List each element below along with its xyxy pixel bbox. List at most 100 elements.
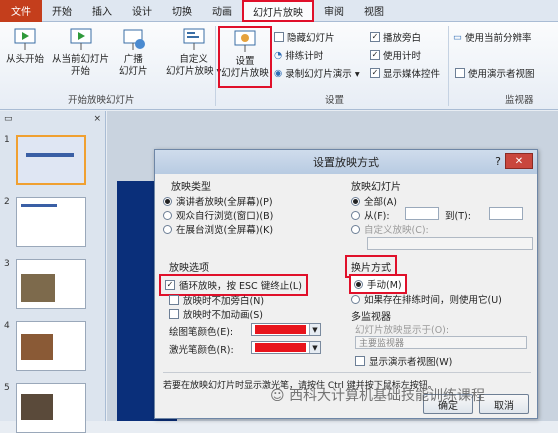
custom-show-button[interactable]: 自定义 幻灯片放映 ▾	[166, 26, 221, 78]
laser-color-select[interactable]: ▼	[251, 341, 321, 354]
use-timings-label: 如果存在排练时间，则使用它(U)	[364, 295, 502, 306]
show-presenter-view-label: 显示演示者视图(W)	[369, 357, 453, 368]
watermark-text: 西科大计算机基础技能训练课程	[289, 388, 486, 404]
loop-label: 循环放映，按 ESC 键终止(L)	[179, 281, 302, 292]
chevron-down-icon: ▼	[309, 342, 320, 353]
slides-tab-icon[interactable]: ▭	[4, 114, 13, 124]
tab-insert[interactable]: 插入	[82, 0, 122, 22]
no-animation-label: 放映时不加动画(S)	[183, 310, 263, 321]
from-current-button[interactable]: 从当前幻灯片 开始	[52, 26, 109, 78]
ribbon-panel: 从头开始 从当前幻灯片 开始 广播 幻灯片 自定义 幻灯片放映 ▾ 开始放映幻灯…	[0, 22, 558, 110]
custom-show-radio[interactable]: 自定义放映(C):	[351, 222, 429, 236]
to-slide-input[interactable]	[489, 207, 523, 220]
use-timings-radio[interactable]: 如果存在排练时间，则使用它(U)	[351, 292, 502, 306]
use-timings-label: 使用计时	[383, 51, 422, 62]
tab-home[interactable]: 开始	[42, 0, 82, 22]
slide-thumbnail[interactable]	[16, 197, 86, 247]
show-presenter-view-checkbox[interactable]: 显示演示者视图(W)	[355, 354, 452, 368]
checkmark-icon: ✓	[370, 68, 380, 78]
monitor-select[interactable]: 主要监视器	[355, 336, 527, 349]
speaker-mode-radio[interactable]: 演讲者放映(全屏幕)(P)	[163, 194, 273, 208]
group-divider	[448, 26, 449, 106]
hide-slide-icon	[274, 32, 284, 42]
slide-thumb-row[interactable]: 2	[4, 197, 86, 247]
record-label: 录制幻灯片演示 ▾	[285, 69, 360, 80]
radio-icon	[351, 294, 360, 304]
slide-thumb-row[interactable]: 3	[4, 259, 86, 309]
wechat-icon: ☺	[270, 388, 285, 404]
pen-color-label: 绘图笔颜色(E):	[169, 327, 234, 338]
checkbox-icon	[169, 309, 179, 319]
radio-icon	[351, 224, 360, 234]
radio-selected-icon	[163, 196, 172, 206]
tab-review[interactable]: 审阅	[314, 0, 354, 22]
all-slides-radio[interactable]: 全部(A)	[351, 194, 397, 208]
manual-label: 手动(M)	[367, 280, 402, 291]
no-animation-checkbox[interactable]: 放映时不加动画(S)	[169, 307, 263, 321]
watermark: ☺ 西科大计算机基础技能训练课程	[270, 385, 485, 405]
resolution-label: 使用当前分辨率	[464, 33, 532, 44]
advance-slides-title: 换片方式	[345, 255, 397, 278]
slide-thumbnail[interactable]	[16, 135, 86, 185]
pen-color-select[interactable]: ▼	[251, 323, 321, 336]
setup-show-button[interactable]: 设置 幻灯片放映	[218, 26, 272, 88]
custom-show-label: 自定义放映(C):	[364, 225, 429, 236]
slides-panel: ▭ × 1 2 3 4 5	[0, 111, 106, 433]
custom-show-icon	[183, 28, 205, 50]
rehearse-label: 排练计时	[285, 51, 324, 62]
custom-show-label-1: 自定义	[179, 54, 208, 65]
setup-group-label: 设置	[325, 95, 345, 106]
hide-slide-label: 隐藏幻灯片	[287, 33, 335, 44]
laser-color-swatch	[255, 343, 306, 352]
loop-until-esc-checkbox[interactable]: ✓ 循环放映，按 ESC 键终止(L)	[159, 274, 308, 296]
projector-play-icon	[14, 28, 36, 50]
play-narration-checkbox[interactable]: ✓ 播放旁白	[370, 30, 421, 44]
slide-thumbnail[interactable]	[16, 383, 86, 433]
tab-view[interactable]: 视图	[354, 0, 394, 22]
custom-show-select[interactable]	[367, 237, 533, 250]
tab-design[interactable]: 设计	[122, 0, 162, 22]
rehearse-timings-button[interactable]: ◔ 排练计时	[274, 48, 324, 63]
monitor-icon: ▭	[453, 31, 462, 43]
help-icon[interactable]: ?	[495, 155, 501, 168]
cancel-button[interactable]: 取消	[479, 394, 529, 414]
slide-number: 5	[4, 383, 10, 393]
checkbox-icon	[169, 295, 179, 305]
hide-slide-button[interactable]: 隐藏幻灯片	[274, 30, 335, 44]
radio-selected-icon	[351, 196, 360, 206]
tab-slide-show[interactable]: 幻灯片放映	[242, 0, 314, 22]
no-narration-checkbox[interactable]: 放映时不加旁白(N)	[169, 293, 264, 307]
window-mode-radio[interactable]: 观众自行浏览(窗口)(B)	[163, 208, 273, 222]
from-current-label-2: 开始	[71, 66, 91, 77]
kiosk-mode-radio[interactable]: 在展台浏览(全屏幕)(K)	[163, 222, 273, 236]
use-timings-checkbox[interactable]: ✓ 使用计时	[370, 48, 421, 62]
slide-number: 3	[4, 259, 10, 269]
close-icon[interactable]: ×	[93, 114, 101, 124]
close-button[interactable]: ✕	[505, 153, 533, 169]
record-show-button[interactable]: ◉ 录制幻灯片演示 ▾	[274, 66, 360, 81]
broadcast-button[interactable]: 广播 幻灯片	[119, 26, 148, 78]
presenter-view-checkbox[interactable]: 使用演示者视图	[455, 66, 535, 80]
ribbon-tab-bar: 文件 开始 插入 设计 切换 动画 幻灯片放映 审阅 视图	[0, 0, 558, 22]
slides-panel-header: ▭ ×	[0, 111, 105, 127]
from-slide-radio[interactable]: 从(F):	[351, 208, 390, 222]
slide-thumb-row[interactable]: 1	[4, 135, 86, 185]
from-slide-input[interactable]	[405, 207, 439, 220]
show-media-checkbox[interactable]: ✓ 显示媒体控件	[370, 66, 440, 80]
tab-transitions[interactable]: 切换	[162, 0, 202, 22]
slide-thumbnail[interactable]	[16, 259, 86, 309]
resolution-select[interactable]: ▭ 使用当前分辨率	[453, 30, 532, 45]
slide-thumb-row[interactable]: 4	[4, 321, 86, 371]
slide-number: 1	[4, 135, 10, 145]
slide-thumbnail[interactable]	[16, 321, 86, 371]
from-beginning-button[interactable]: 从头开始	[6, 26, 44, 66]
checkbox-icon	[455, 68, 465, 78]
manual-advance-radio[interactable]: 手动(M)	[349, 274, 407, 294]
tab-animations[interactable]: 动画	[202, 0, 242, 22]
dialog-title-bar: 设置放映方式 ? ✕	[155, 150, 537, 174]
slide-thumb-row[interactable]: 5	[4, 383, 86, 433]
slide-number: 4	[4, 321, 10, 331]
divider	[163, 372, 531, 373]
tab-file[interactable]: 文件	[0, 0, 42, 22]
monitor-select-value: 主要监视器	[359, 339, 405, 349]
